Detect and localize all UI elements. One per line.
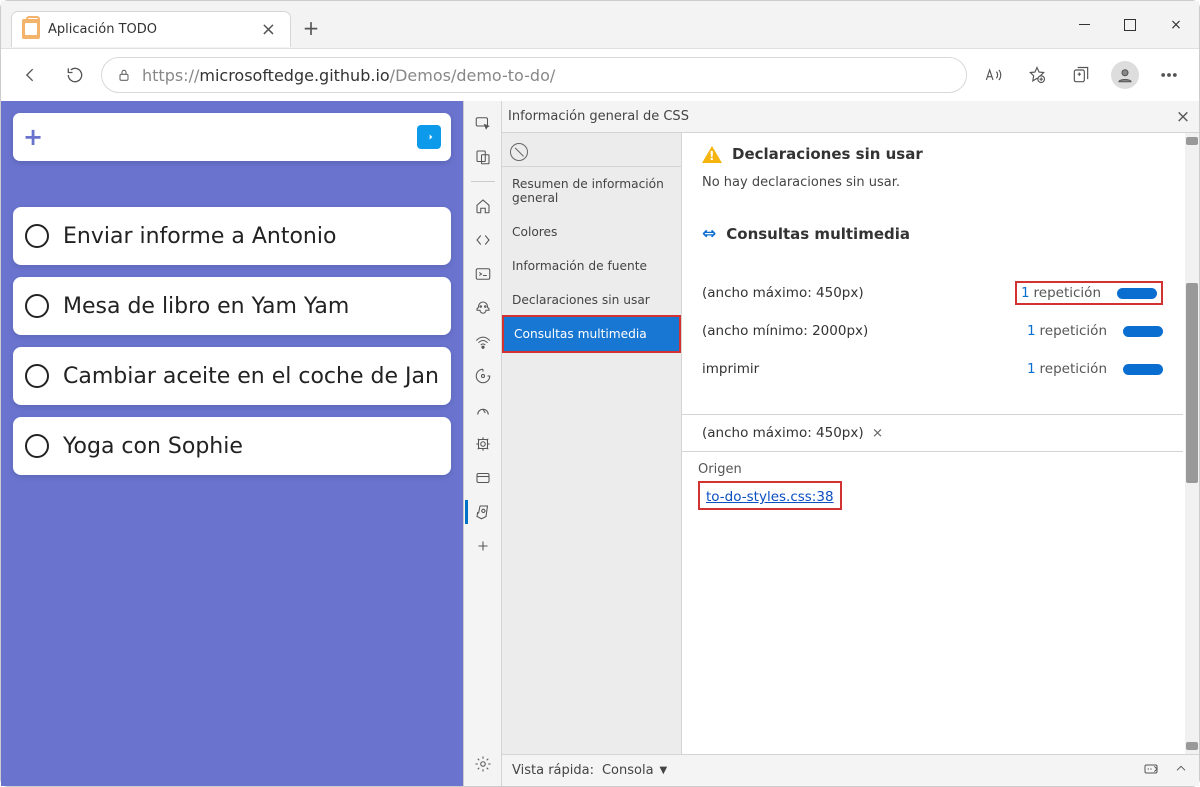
nav-item-colors[interactable]: Colores	[502, 215, 681, 249]
devtools-panel: Información general de CSS × Resumen de …	[463, 101, 1199, 786]
media-query-name: imprimir	[702, 361, 1027, 377]
todo-item[interactable]: Enviar informe a Antonio	[13, 207, 451, 265]
todo-checkbox[interactable]	[25, 364, 49, 388]
tab-memory[interactable]	[466, 394, 500, 426]
tab-network[interactable]	[466, 326, 500, 358]
page-viewport: + Enviar informe a Antonio Mesa de libro …	[1, 101, 463, 786]
tab-add[interactable]	[466, 530, 500, 562]
window-maximize-button[interactable]	[1107, 1, 1153, 49]
origin-label: Origen	[682, 452, 1183, 481]
drawer-tab-select[interactable]: Consola ▼	[602, 763, 667, 778]
content-scrollbar[interactable]	[1185, 133, 1199, 754]
media-query-row[interactable]: (ancho mínimo: 2000px)1repetición	[702, 312, 1163, 350]
tab-welcome[interactable]	[466, 190, 500, 222]
media-query-row[interactable]: (ancho máximo: 450px)1repetición	[702, 274, 1163, 312]
close-tab-icon[interactable]: ×	[261, 19, 276, 40]
tab-security[interactable]	[466, 462, 500, 494]
lock-icon	[116, 67, 132, 83]
tab-elements[interactable]	[466, 224, 500, 256]
css-overview-content: Declaraciones sin usar No hay declaracio…	[682, 133, 1199, 754]
media-bar	[1123, 326, 1163, 337]
media-queries-heading: Consultas multimedia	[726, 225, 910, 243]
todo-checkbox[interactable]	[25, 294, 49, 318]
media-query-name: (ancho mínimo: 2000px)	[702, 323, 1027, 339]
unused-body: No hay declaraciones sin usar.	[702, 171, 1163, 210]
tab-performance[interactable]	[466, 360, 500, 392]
media-query-name: (ancho máximo: 450px)	[702, 285, 1015, 301]
inspect-element-button[interactable]	[466, 107, 500, 139]
plus-icon: +	[23, 123, 43, 151]
todo-text: Enviar informe a Antonio	[63, 224, 336, 249]
media-query-row[interactable]: imprimir1repetición	[702, 350, 1163, 388]
panel-title: Información general de CSS	[508, 109, 689, 124]
browser-tab[interactable]: Aplicación TODO ×	[11, 11, 291, 47]
origin-link[interactable]: to-do-styles.css:38	[706, 489, 834, 505]
window-close-button[interactable]: ×	[1153, 1, 1199, 49]
css-overview-nav: Resumen de información general Colores I…	[502, 133, 682, 754]
tab-application[interactable]	[466, 428, 500, 460]
media-bar	[1123, 364, 1163, 375]
todo-checkbox[interactable]	[25, 224, 49, 248]
tab-sources[interactable]	[466, 292, 500, 324]
address-bar[interactable]: https://microsoftedge.github.io/Demos/de…	[101, 57, 967, 93]
favorite-button[interactable]	[1019, 57, 1055, 93]
collections-button[interactable]	[1063, 57, 1099, 93]
nav-item-media-queries[interactable]: Consultas multimedia	[504, 317, 679, 351]
todo-item[interactable]: Mesa de libro en Yam Yam	[13, 277, 451, 335]
device-emulation-button[interactable]	[466, 141, 500, 173]
menu-button[interactable]	[1151, 57, 1187, 93]
media-detail-close[interactable]: ×	[868, 425, 884, 441]
todo-text: Yoga con Sophie	[63, 434, 243, 459]
new-tab-button[interactable]: +	[295, 12, 327, 44]
drawer-issues-button[interactable]	[1143, 761, 1159, 781]
highlight-box: 1repetición	[1015, 281, 1163, 305]
close-devtools-button[interactable]: ×	[1167, 101, 1199, 133]
refresh-button[interactable]	[57, 57, 93, 93]
add-task-card[interactable]: +	[13, 113, 451, 161]
todo-item[interactable]: Yoga con Sophie	[13, 417, 451, 475]
window-minimize-button[interactable]	[1061, 1, 1107, 49]
devtools-settings-button[interactable]	[466, 748, 500, 780]
drawer-toggle-button[interactable]	[1173, 761, 1189, 781]
tab-title: Aplicación TODO	[48, 22, 253, 37]
media-bar	[1117, 288, 1157, 299]
todo-item[interactable]: Cambiar aceite en el coche de Jan	[13, 347, 451, 405]
todo-text: Mesa de libro en Yam Yam	[63, 294, 349, 319]
tab-console[interactable]	[466, 258, 500, 290]
resize-icon: ⇔	[702, 224, 716, 244]
tab-css-overview[interactable]	[466, 496, 500, 528]
nav-item-summary[interactable]: Resumen de información general	[502, 167, 681, 215]
clipboard-icon	[22, 19, 40, 39]
url-text: https://microsoftedge.github.io/Demos/de…	[142, 66, 555, 85]
nav-item-font-info[interactable]: Información de fuente	[502, 249, 681, 283]
nav-item-unused-declarations[interactable]: Declaraciones sin usar	[502, 283, 681, 317]
drawer-label: Vista rápida:	[512, 763, 594, 778]
back-button[interactable]	[13, 57, 49, 93]
warning-icon	[702, 146, 722, 163]
read-aloud-button[interactable]	[975, 57, 1011, 93]
unused-heading: Declaraciones sin usar	[732, 145, 923, 163]
profile-button[interactable]	[1107, 57, 1143, 93]
media-detail-query: (ancho máximo: 450px)	[702, 425, 864, 441]
submit-task-button[interactable]	[417, 125, 441, 149]
devtools-activity-bar	[464, 101, 502, 786]
todo-checkbox[interactable]	[25, 434, 49, 458]
clear-overview-button[interactable]	[510, 143, 528, 161]
todo-text: Cambiar aceite en el coche de Jan	[63, 364, 439, 389]
